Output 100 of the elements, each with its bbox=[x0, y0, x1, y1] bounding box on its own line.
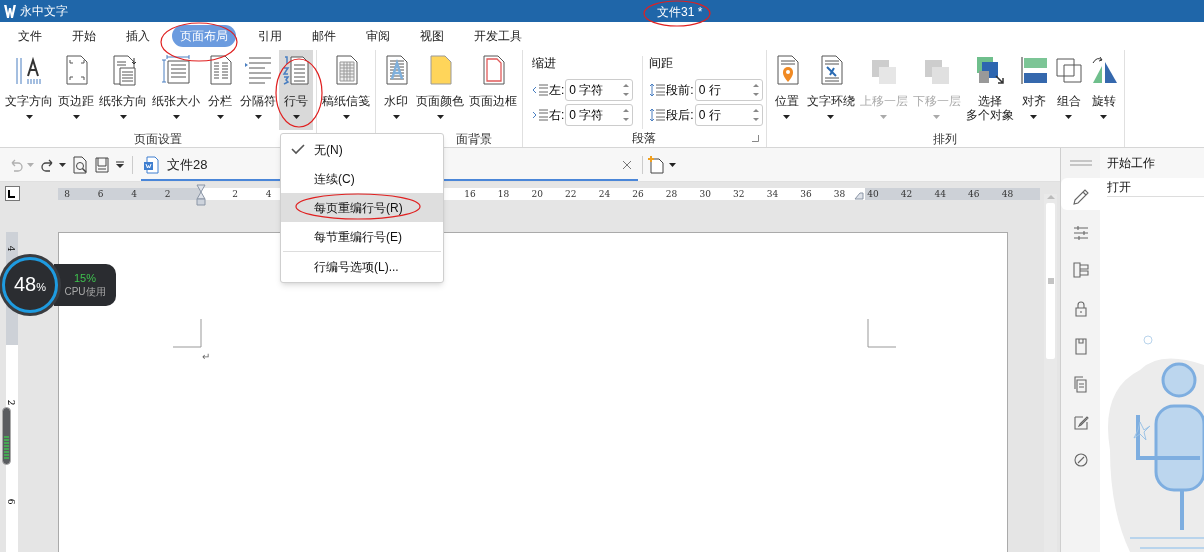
ruler-number: 8 bbox=[64, 188, 70, 200]
menu-item[interactable]: 无(N) bbox=[281, 135, 443, 164]
ribbon-button[interactable]: 分栏 bbox=[203, 50, 237, 130]
ruler-number: 2 bbox=[6, 399, 16, 406]
app-logo-icon bbox=[3, 3, 17, 19]
ribbon-button[interactable]: 旋转 bbox=[1086, 50, 1121, 130]
spinner-arrows-icon bbox=[623, 108, 630, 122]
ruler-number: 44 bbox=[934, 188, 946, 200]
menu-tab[interactable]: 文件 bbox=[10, 25, 50, 47]
ruler-number: 4 bbox=[131, 188, 137, 200]
corner-mark-icon bbox=[173, 319, 202, 348]
ruler-number: 6 bbox=[97, 188, 104, 200]
caret-icon bbox=[880, 115, 888, 119]
ruler-number: 18 bbox=[497, 188, 510, 200]
ribbon-button[interactable]: 文字环绕 bbox=[804, 50, 857, 130]
save-icon[interactable] bbox=[94, 156, 110, 173]
menu-tab[interactable]: 开始 bbox=[64, 25, 104, 47]
menu-item[interactable]: 行编号选项(L)... bbox=[281, 252, 443, 281]
ribbon-button[interactable]: 位置 bbox=[769, 50, 804, 130]
annotation-ellipse bbox=[275, 58, 323, 128]
grip-icon bbox=[1047, 278, 1054, 284]
ribbon-button[interactable]: 页面边框 bbox=[467, 50, 519, 130]
ribbon-button[interactable]: 纸张方向 bbox=[97, 50, 149, 130]
caret-icon bbox=[292, 115, 300, 119]
close-icon[interactable] bbox=[622, 159, 632, 170]
new-document-icon[interactable] bbox=[647, 155, 665, 174]
scroll-up-icon[interactable] bbox=[1046, 194, 1055, 200]
line-spacing-icon bbox=[649, 108, 666, 122]
menu-item[interactable]: 每节重编行号(E) bbox=[281, 222, 443, 251]
section-label: 缩进 bbox=[532, 56, 557, 72]
ribbon-button[interactable]: 文字方向 bbox=[3, 50, 55, 130]
caret-icon bbox=[254, 115, 262, 119]
paper-size-icon bbox=[161, 54, 191, 86]
ribbon-button[interactable]: 页面颜色 bbox=[414, 50, 466, 130]
group-label: 页面设置 bbox=[134, 131, 182, 148]
side-tab[interactable] bbox=[1061, 178, 1100, 210]
caret-icon bbox=[72, 115, 80, 119]
tab-stop-button[interactable] bbox=[5, 186, 20, 201]
menu-tab[interactable]: 引用 bbox=[250, 25, 290, 47]
line-spacing-icon bbox=[649, 83, 666, 97]
ribbon-button[interactable]: 稿纸信笺 bbox=[320, 50, 372, 130]
ruler-number: 32 bbox=[733, 188, 745, 200]
caret-icon bbox=[783, 115, 791, 119]
ribbon-button[interactable]: 分隔符 bbox=[238, 50, 278, 130]
ruler-number: 36 bbox=[800, 188, 812, 200]
ruler-number: 48 bbox=[1001, 188, 1014, 200]
ribbon-button[interactable]: 行号 bbox=[279, 50, 313, 130]
menu-tab[interactable]: 审阅 bbox=[358, 25, 398, 47]
ruler-number: 40 bbox=[867, 188, 879, 200]
ribbon-button[interactable]: 选择 多个对象 bbox=[963, 50, 1016, 130]
caret-icon bbox=[216, 115, 224, 119]
scrollbar[interactable] bbox=[1044, 194, 1057, 552]
menu-tab[interactable]: 插入 bbox=[118, 25, 158, 47]
ruler-number: 4 bbox=[265, 188, 272, 200]
spinner-arrows-icon bbox=[623, 83, 630, 97]
caret-icon bbox=[1100, 115, 1108, 119]
spin-field[interactable]: 0 行 bbox=[694, 79, 763, 101]
ruler-number: 20 bbox=[531, 188, 543, 200]
window-title: 文件31 * bbox=[657, 4, 703, 21]
page-break-icon bbox=[243, 54, 273, 86]
menu-tab[interactable]: 邮件 bbox=[304, 25, 344, 47]
spin-field[interactable]: 0 字符 bbox=[565, 79, 634, 101]
ruler-number: 2 bbox=[232, 188, 238, 200]
annotation-ellipse bbox=[643, 0, 711, 27]
field-label: 段前: bbox=[666, 82, 694, 99]
scroll-thumb[interactable] bbox=[1046, 203, 1055, 359]
app-name: 永中文字 bbox=[20, 3, 68, 20]
customize-caret-icon[interactable] bbox=[116, 160, 124, 169]
ribbon-button[interactable]: 组合 bbox=[1051, 50, 1086, 130]
caret-icon bbox=[933, 115, 941, 119]
select-objects-icon bbox=[974, 54, 1005, 86]
menu-icon[interactable] bbox=[1069, 160, 1092, 166]
ruler-number: 34 bbox=[766, 188, 779, 200]
ribbon-button[interactable]: 对齐 bbox=[1016, 50, 1051, 130]
ruler-number: 24 bbox=[598, 188, 611, 200]
corner-mark-icon bbox=[867, 319, 896, 348]
print-preview-icon[interactable] bbox=[72, 155, 88, 174]
indent-marker-icon[interactable] bbox=[196, 184, 206, 206]
right-indent-marker-icon[interactable] bbox=[854, 192, 864, 200]
cpu-percent: 15% bbox=[74, 271, 96, 285]
ribbon-button[interactable]: 水印 bbox=[379, 50, 413, 130]
menu-tab[interactable]: 开发工具 bbox=[466, 25, 530, 47]
ribbon-button[interactable]: 页边距 bbox=[56, 50, 96, 130]
panel-title: 开始工作 bbox=[1107, 155, 1155, 172]
paragraph-mark: ↵ bbox=[202, 352, 210, 362]
line-numbers-icon bbox=[281, 54, 311, 86]
spin-field[interactable]: 0 行 bbox=[694, 104, 763, 126]
ribbon-button[interactable]: 纸张大小 bbox=[150, 50, 202, 130]
panel-link[interactable]: 打开 bbox=[1107, 178, 1204, 197]
caret-icon bbox=[669, 162, 676, 167]
ruler-number: 26 bbox=[632, 188, 644, 200]
menu-tab[interactable]: 视图 bbox=[412, 25, 452, 47]
caret-icon bbox=[59, 162, 66, 167]
spinner-arrows-icon bbox=[752, 108, 759, 122]
spin-field[interactable]: 0 字符 bbox=[565, 104, 634, 126]
caret-icon bbox=[342, 115, 350, 119]
dialog-launcher-icon[interactable] bbox=[751, 135, 759, 142]
menu-item[interactable]: 连续(C) bbox=[281, 164, 443, 193]
menu-item[interactable]: 每页重编行号(R) bbox=[281, 193, 443, 222]
ruler-number: 38 bbox=[833, 188, 846, 200]
